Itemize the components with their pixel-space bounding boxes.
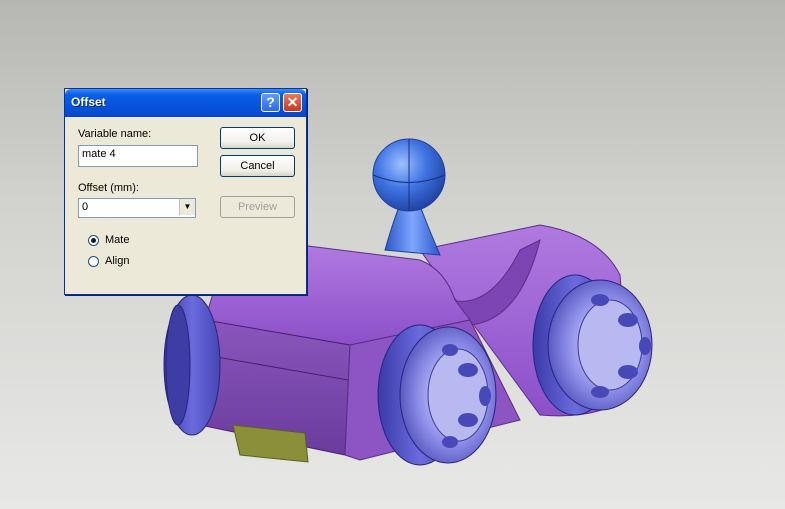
preview-button[interactable]: Preview [220, 196, 295, 218]
variable-name-label: Variable name: [78, 128, 152, 140]
offset-combobox[interactable]: 0 ▼ [78, 198, 196, 218]
dialog-title: Offset [71, 95, 106, 109]
help-button[interactable]: ? [261, 93, 280, 112]
offset-dialog: Offset ? ✕ Variable name: mate 4 Offset … [64, 88, 307, 295]
chevron-down-icon[interactable]: ▼ [179, 199, 195, 215]
radio-mate[interactable] [88, 235, 99, 246]
offset-label: Offset (mm): [78, 182, 139, 194]
radio-align-label: Align [105, 255, 130, 267]
ok-button[interactable]: OK [220, 127, 295, 149]
dialog-titlebar[interactable]: Offset ? ✕ [65, 89, 306, 117]
cancel-button[interactable]: Cancel [220, 155, 295, 177]
close-button[interactable]: ✕ [283, 93, 302, 112]
radio-align[interactable] [88, 256, 99, 267]
variable-name-field[interactable]: mate 4 [78, 145, 198, 167]
radio-mate-label: Mate [105, 234, 130, 246]
offset-value: 0 [82, 201, 89, 213]
